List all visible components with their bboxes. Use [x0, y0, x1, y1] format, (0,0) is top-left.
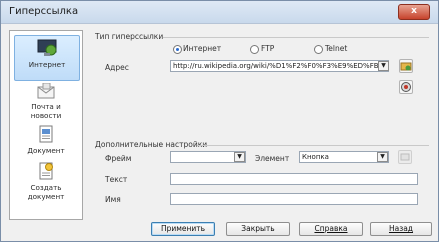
mail-icon: [37, 83, 55, 99]
title-bar[interactable]: Гиперссылка x: [1, 1, 438, 24]
close-button[interactable]: Закрыть: [226, 222, 290, 236]
open-browser-button[interactable]: [399, 59, 413, 73]
back-button[interactable]: Назад: [370, 222, 432, 236]
globe-icon: [37, 39, 57, 56]
help-button[interactable]: Справка: [299, 222, 363, 236]
name-label: Имя: [105, 195, 121, 204]
element-dropdown-button[interactable]: ▼: [377, 152, 388, 162]
hyperlink-dialog: Гиперссылка x Интернет Почта и новости Д…: [0, 0, 439, 242]
close-icon: x: [411, 6, 417, 16]
apply-button[interactable]: Применить: [151, 222, 215, 236]
chevron-down-icon: ▼: [237, 153, 242, 160]
element-value: Кнопка: [302, 153, 329, 161]
radio-telnet-label: Telnet: [325, 44, 348, 53]
text-input[interactable]: [170, 173, 418, 185]
group-separator: [197, 145, 429, 146]
document-icon: [39, 125, 53, 143]
help-button-label: Справка: [314, 224, 348, 233]
sidebar-item-internet[interactable]: Интернет: [14, 35, 80, 81]
events-button[interactable]: [398, 150, 412, 164]
macro-icon: [400, 153, 410, 161]
radio-ftp-label: FTP: [261, 44, 275, 53]
text-label: Текст: [105, 175, 128, 184]
chevron-down-icon: ▼: [380, 153, 385, 160]
hyperlink-type-legend: Тип гиперссылки: [95, 32, 164, 41]
apply-button-label: Применить: [160, 224, 206, 233]
sidebar-item-new-document[interactable]: Создать документ: [14, 162, 78, 201]
frame-label: Фрейм: [105, 154, 132, 163]
close-window-button[interactable]: x: [398, 4, 430, 20]
sidebar-item-label: Документ: [27, 146, 65, 155]
address-combobox[interactable]: http://ru.wikipedia.org/wiki/%D1%F2%F0%F…: [170, 60, 389, 72]
dialog-title: Гиперссылка: [9, 6, 79, 17]
radio-internet-label: Интернет: [183, 44, 222, 53]
new-document-icon: [39, 162, 53, 180]
target-icon: [401, 82, 411, 92]
address-value: http://ru.wikipedia.org/wiki/%D1%F2%F0%F…: [173, 62, 389, 70]
sidebar-item-mail[interactable]: Почта и новости: [14, 83, 78, 120]
chevron-down-icon: ▼: [381, 62, 386, 69]
extra-settings-legend: Дополнительные настройки: [95, 140, 208, 149]
radio-telnet[interactable]: [314, 45, 323, 54]
radio-internet[interactable]: [173, 45, 182, 54]
element-combobox[interactable]: Кнопка: [299, 151, 389, 163]
back-button-label: Назад: [388, 224, 413, 233]
address-label: Адрес: [105, 63, 129, 72]
element-label: Элемент: [255, 154, 290, 163]
radio-ftp[interactable]: [250, 45, 259, 54]
sidebar-item-label: Создать документ: [27, 183, 65, 201]
frame-dropdown-button[interactable]: ▼: [234, 152, 245, 162]
group-separator: [163, 37, 429, 38]
sidebar: Интернет Почта и новости Документ Создат…: [9, 30, 83, 220]
close-button-label: Закрыть: [241, 224, 275, 233]
sidebar-item-label: Почта и новости: [30, 102, 62, 120]
sidebar-item-label: Интернет: [28, 60, 66, 69]
folder-globe-icon: [400, 62, 412, 71]
sidebar-item-document[interactable]: Документ: [14, 125, 78, 155]
target-in-document-button[interactable]: [399, 80, 413, 94]
name-input[interactable]: [170, 193, 418, 205]
address-dropdown-button[interactable]: ▼: [378, 61, 389, 71]
